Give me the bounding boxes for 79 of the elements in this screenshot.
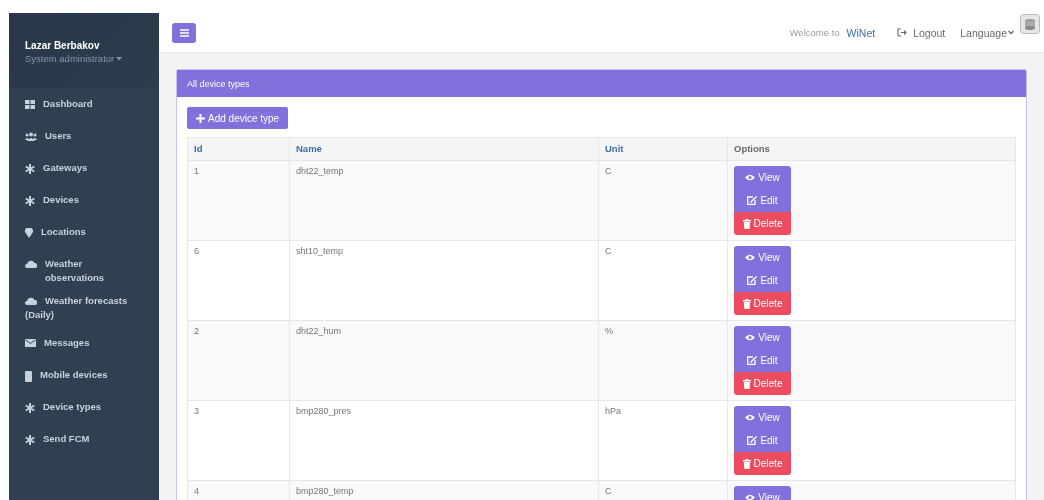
menu-item[interactable]: Mobile devices	[9, 359, 159, 391]
column-header: Options	[727, 137, 1016, 161]
grid-icon	[25, 99, 35, 109]
edit-icon	[747, 356, 758, 365]
asterisk-icon	[25, 163, 35, 174]
menu-item[interactable]: Weather observations	[9, 248, 159, 285]
table-cell: 4	[187, 480, 290, 500]
mail-icon	[25, 338, 36, 347]
edit-icon	[747, 196, 758, 205]
eye-icon	[745, 174, 756, 181]
extension-icon[interactable]	[1020, 14, 1040, 34]
eye-icon	[745, 254, 756, 261]
asterisk-icon	[25, 195, 35, 206]
table-cell: 3	[187, 400, 290, 481]
eye-icon	[745, 494, 756, 500]
asterisk-icon	[25, 402, 35, 413]
menu-button[interactable]	[172, 23, 196, 43]
user-name: Lazar Berbakov	[25, 40, 101, 51]
edit-button[interactable]: Edit	[734, 269, 791, 292]
table-cell: 1	[187, 160, 290, 241]
role-dropdown[interactable]: System administrator	[25, 53, 123, 64]
menu-item[interactable]: Locations	[9, 216, 159, 248]
table-cell: bmp280_pres	[289, 400, 599, 481]
panel-title: All device types	[187, 78, 250, 89]
language-dropdown[interactable]: Language	[960, 26, 1014, 39]
edit-icon	[747, 276, 758, 285]
table-cell: hPa	[598, 400, 728, 481]
delete-button[interactable]: Delete	[734, 292, 791, 315]
view-button[interactable]: View	[734, 406, 791, 429]
column-header: Id	[187, 137, 290, 161]
trash-icon	[742, 218, 751, 229]
table-cell: C	[598, 240, 728, 321]
delete-button[interactable]: Delete	[734, 372, 791, 395]
sign-out-icon	[897, 28, 908, 37]
table-cell: sht10_temp	[289, 240, 599, 321]
users-icon	[25, 131, 37, 141]
menu-item[interactable]: Devices	[9, 184, 159, 216]
logout-link[interactable]: Logout	[897, 26, 946, 39]
edit-button[interactable]: Edit	[734, 429, 791, 452]
table-cell: %	[598, 320, 728, 401]
column-header: Name	[289, 137, 599, 161]
menu-item[interactable]: Messages	[9, 327, 159, 359]
trash-icon	[742, 458, 751, 469]
trash-icon	[742, 378, 751, 389]
cloud-icon	[25, 297, 37, 305]
asterisk-icon	[25, 434, 35, 445]
eye-icon	[745, 414, 756, 421]
menu-item[interactable]: Users	[9, 120, 159, 152]
edit-button[interactable]: Edit	[734, 189, 791, 212]
view-button[interactable]: View	[734, 166, 791, 189]
menu-item[interactable]: Dashboard	[9, 88, 159, 120]
chevron-icon	[1008, 30, 1014, 35]
menu-item[interactable]: Send FCM	[9, 423, 159, 455]
edit-button[interactable]: Edit	[734, 349, 791, 372]
view-button[interactable]: View	[734, 246, 791, 269]
caret-icon	[116, 56, 123, 61]
delete-button[interactable]: Delete	[734, 212, 791, 235]
edit-icon	[747, 436, 758, 445]
table-cell: 6	[187, 240, 290, 321]
menu-item[interactable]: Device types	[9, 391, 159, 423]
menu-item[interactable]: Gateways	[9, 152, 159, 184]
table-cell: 2	[187, 320, 290, 401]
pin-icon	[25, 227, 33, 238]
phone-icon	[25, 370, 32, 382]
welcome-text: Welcome to	[789, 27, 840, 38]
delete-button[interactable]: Delete	[734, 452, 791, 475]
column-header: Unit	[598, 137, 728, 161]
table-cell: dht22_hum	[289, 320, 599, 401]
add-device-type-button[interactable]: Add device type	[187, 107, 289, 129]
table-cell: C	[598, 160, 728, 241]
eye-icon	[745, 334, 756, 341]
table-cell: dht22_temp	[289, 160, 599, 241]
menu-item[interactable]: Weather forecasts (Daily)	[9, 285, 159, 327]
trash-icon	[742, 298, 751, 309]
brand-link[interactable]: WiNet	[846, 26, 876, 39]
menu-icon	[179, 29, 189, 37]
view-button[interactable]: View	[734, 326, 791, 349]
cloud-icon	[25, 259, 37, 268]
plus-icon	[196, 113, 205, 123]
